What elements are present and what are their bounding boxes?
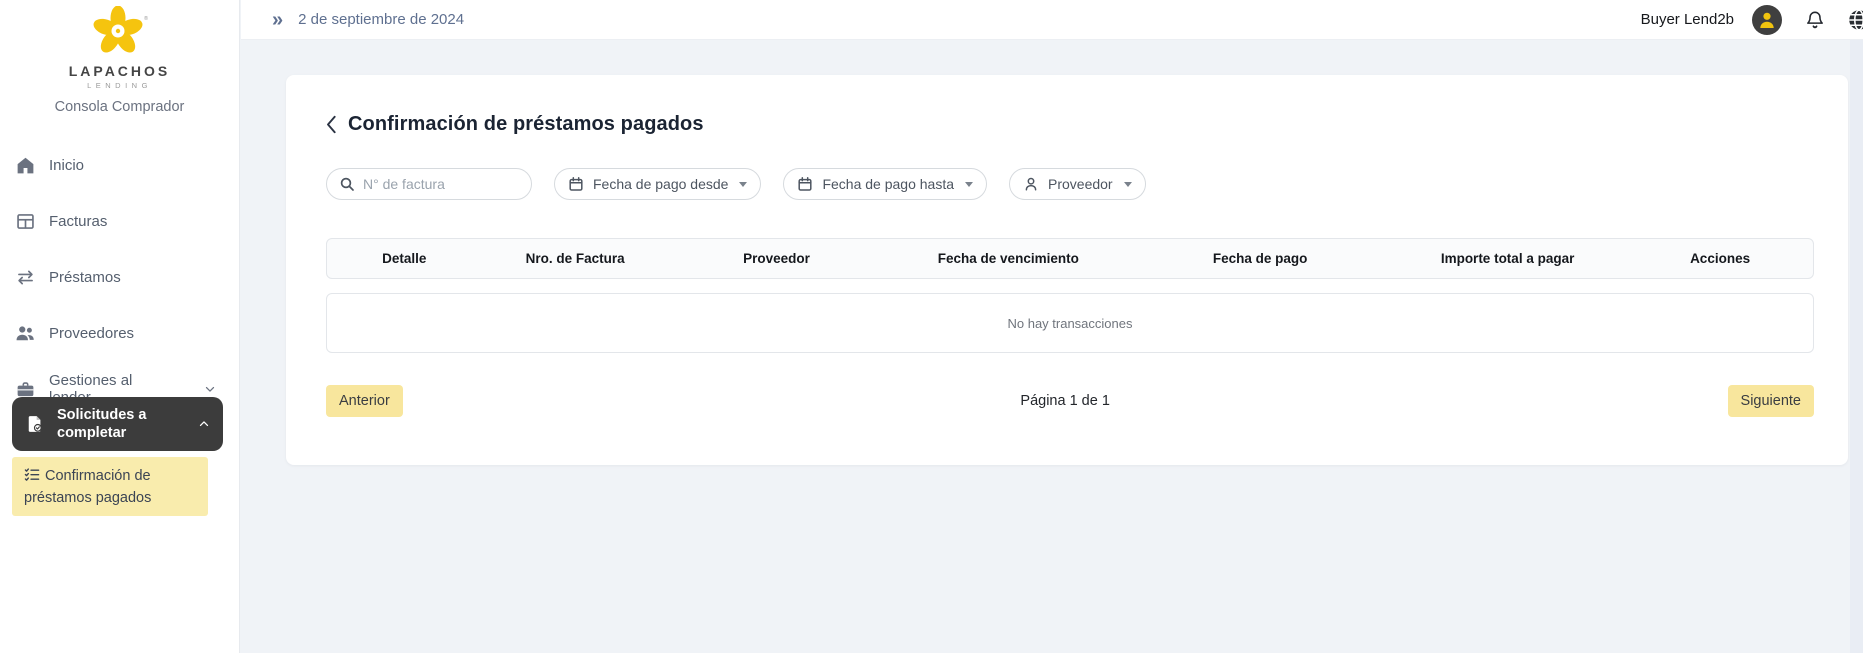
invoice-search-input[interactable] (363, 176, 503, 192)
language-globe-icon[interactable] (1846, 7, 1863, 33)
provider-filter-button[interactable]: Proveedor (1009, 168, 1146, 200)
empty-state-row: No hay transacciones (326, 293, 1814, 353)
content-card: Confirmación de préstamos pagados Fecha … (286, 75, 1848, 465)
sidebar-subitem-confirmacion[interactable]: Confirmación de préstamos pagados (12, 457, 208, 516)
sidebar-item-prestamos[interactable]: Préstamos (0, 249, 239, 305)
next-page-button[interactable]: Siguiente (1728, 385, 1814, 417)
chevron-up-icon (197, 417, 211, 431)
console-label: Consola Comprador (0, 99, 239, 115)
sidebar-item-inicio[interactable]: Inicio (0, 137, 239, 193)
invoices-table-icon (14, 210, 36, 232)
calendar-icon (568, 176, 584, 192)
document-check-icon (25, 414, 45, 434)
column-header-fecha-pago: Fecha de pago (1132, 251, 1388, 266)
username: Buyer Lend2b (1641, 11, 1734, 28)
filter-bar: Fecha de pago desde Fecha de pago hasta … (326, 168, 1146, 200)
users-icon (14, 322, 36, 344)
table-header-row: Detalle Nro. de Factura Proveedor Fecha … (326, 238, 1814, 279)
date-to-filter-label: Fecha de pago hasta (822, 176, 954, 192)
sidebar-item-proveedores[interactable]: Proveedores (0, 305, 239, 361)
pagination-bar: Anterior Página 1 de 1 Siguiente (326, 385, 1814, 417)
sidebar-group-label: Solicitudes a completar (57, 406, 185, 442)
provider-filter-label: Proveedor (1048, 176, 1113, 192)
sidebar-subitem-label: Confirmación de préstamos pagados (24, 468, 151, 506)
vertical-scrollbar[interactable] (1850, 40, 1863, 653)
invoice-search-field[interactable] (326, 168, 532, 200)
chevron-down-icon (203, 382, 217, 396)
current-date: 2 de septiembre de 2024 (298, 11, 464, 28)
sidebar-item-facturas[interactable]: Facturas (0, 193, 239, 249)
back-chevron-icon[interactable] (326, 115, 337, 134)
date-from-filter-button[interactable]: Fecha de pago desde (554, 168, 761, 200)
brand-logo: ® LAPACHOS LENDING Consola Comprador (0, 0, 239, 115)
caret-down-icon (739, 182, 747, 187)
sidebar-item-label: Préstamos (49, 269, 121, 286)
caret-down-icon (965, 182, 973, 187)
date-from-filter-label: Fecha de pago desde (593, 176, 728, 192)
swap-arrows-icon (14, 266, 36, 288)
sidebar-nav: Inicio Facturas Préstamos Proveedores Ge… (0, 137, 239, 417)
checklist-icon (24, 467, 40, 488)
search-icon (339, 176, 355, 192)
empty-state-message: No hay transacciones (1007, 316, 1132, 331)
user-avatar[interactable] (1752, 5, 1782, 35)
svg-text:®: ® (144, 15, 148, 22)
avatar-person-icon (1752, 5, 1782, 35)
date-to-filter-button[interactable]: Fecha de pago hasta (783, 168, 987, 200)
column-header-proveedor: Proveedor (669, 251, 884, 266)
caret-down-icon (1124, 182, 1132, 187)
brand-name: LAPACHOS (0, 63, 239, 79)
column-header-nro-factura: Nro. de Factura (482, 251, 669, 266)
sidebar-group-solicitudes[interactable]: Solicitudes a completar (12, 397, 223, 451)
column-header-acciones: Acciones (1627, 251, 1813, 266)
sidebar-item-label: Facturas (49, 213, 107, 230)
notifications-bell-icon[interactable] (1804, 9, 1826, 31)
topbar: » 2 de septiembre de 2024 Buyer Lend2b (241, 0, 1863, 40)
column-header-fecha-vencimiento: Fecha de vencimiento (884, 251, 1132, 266)
column-header-detalle: Detalle (327, 251, 482, 266)
sidebar-item-label: Proveedores (49, 325, 134, 342)
sidebar-collapse-icon[interactable]: » (272, 10, 283, 30)
previous-page-button[interactable]: Anterior (326, 385, 403, 417)
sidebar-item-label: Inicio (49, 157, 84, 174)
page-title: Confirmación de préstamos pagados (348, 113, 704, 136)
sidebar: ® LAPACHOS LENDING Consola Comprador Ini… (0, 0, 240, 653)
page-indicator: Página 1 de 1 (403, 393, 1728, 409)
person-icon (1023, 176, 1039, 192)
lapachos-flower-icon: ® (89, 6, 151, 56)
calendar-icon (797, 176, 813, 192)
home-icon (14, 154, 36, 176)
column-header-importe-total: Importe total a pagar (1388, 251, 1627, 266)
brand-subtitle: LENDING (0, 81, 239, 90)
